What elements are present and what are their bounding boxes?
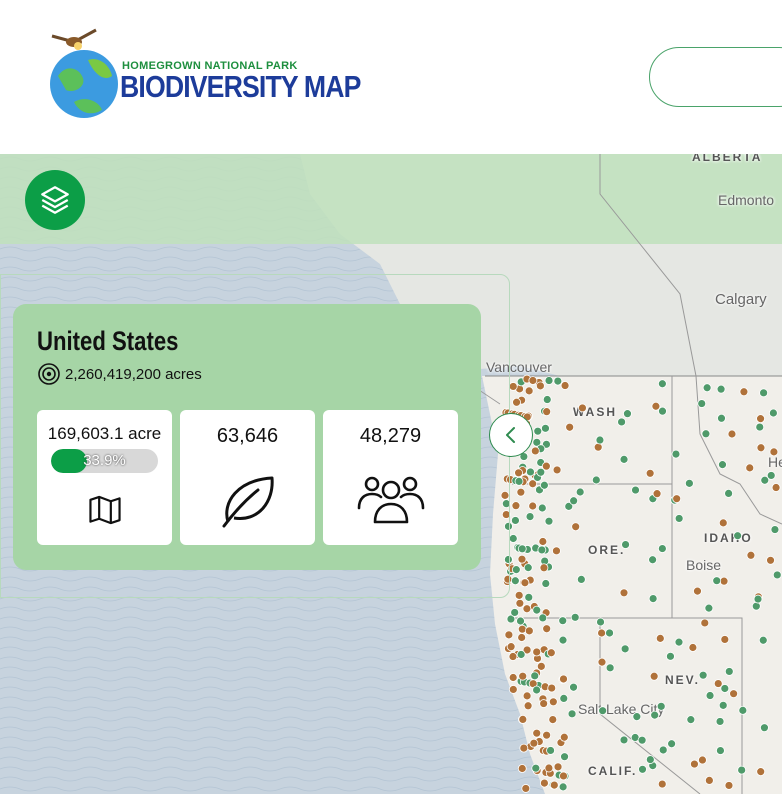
logo-main-text: BIODIVERSITY MAP: [120, 69, 361, 104]
summary-card: United States 2,260,419,200 acres 169,60…: [13, 304, 481, 570]
target-icon: [38, 363, 60, 385]
stat-area-card[interactable]: 169,603.1 acre 33.9%: [37, 410, 172, 545]
search-box[interactable]: [649, 47, 782, 107]
stat-area-value: 169,603.1 acre: [47, 424, 162, 443]
stat-plantings-card[interactable]: 63,646: [180, 410, 315, 545]
area-progress-label: 33.9%: [83, 452, 126, 469]
leaf-icon: [222, 476, 274, 528]
map-icon: [88, 495, 121, 525]
logo[interactable]: HOMEGROWN NATIONAL PARK BIODIVERSITY MAP: [44, 24, 361, 122]
stat-plantings-value: 63,646: [216, 425, 279, 447]
chevron-left-icon: [506, 427, 515, 443]
stat-members-card[interactable]: 48,279: [323, 410, 458, 545]
map[interactable]: ALBERTA Edmonto Calgary Vancouver WASH O…: [0, 154, 782, 794]
area-progress-bar: 33.9%: [51, 449, 158, 473]
country-name: United States: [37, 326, 179, 356]
stat-members-value: 48,279: [359, 425, 422, 447]
globe-logo-icon: [50, 28, 118, 118]
header: HOMEGROWN NATIONAL PARK BIODIVERSITY MAP: [0, 0, 782, 154]
layers-icon: [41, 186, 69, 214]
total-area: 2,260,419,200 acres: [37, 362, 202, 386]
total-area-value: 2,260,419,200 acres: [65, 365, 202, 383]
layers-button[interactable]: [25, 170, 85, 230]
people-icon: [357, 476, 424, 524]
collapse-panel-button[interactable]: [489, 413, 533, 457]
